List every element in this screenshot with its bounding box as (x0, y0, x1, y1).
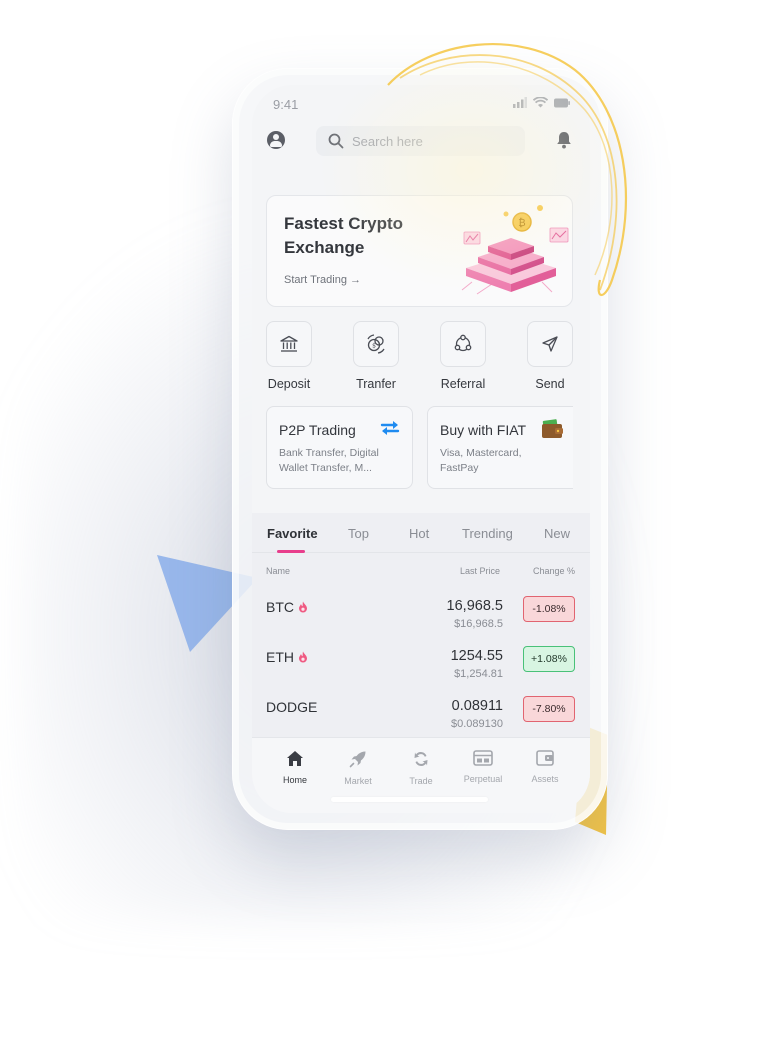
symbol-text: ETH (266, 649, 294, 665)
home-indicator (331, 797, 488, 802)
svg-text:₿: ₿ (518, 217, 525, 229)
nav-assets-label: Assets (531, 774, 559, 784)
nav-assets[interactable]: Assets (515, 750, 575, 784)
rocket-icon (349, 751, 366, 768)
signal-icon (513, 97, 527, 108)
tab-new[interactable]: New (544, 526, 570, 541)
change-badge: +1.08% (523, 646, 575, 672)
nav-home-label: Home (282, 775, 307, 785)
deposit-label: Deposit (267, 377, 311, 391)
row-usd: $1,254.81 (454, 668, 503, 680)
send-action[interactable]: Send (520, 321, 580, 391)
transfer-icon-box: $ (353, 321, 399, 367)
send-icon-box (527, 321, 573, 367)
p2p-trading-card[interactable]: P2P Trading Bank Transfer, Digital Walle… (266, 406, 413, 489)
banner-title: Fastest Crypto Exchange (284, 214, 404, 257)
crypto-platform-illustration: ₿ (461, 205, 569, 295)
referral-icon-box (440, 321, 486, 367)
quick-actions: Deposit $ Tranfer Referral Send (266, 321, 590, 393)
table-row[interactable]: ETH 1254.55 $1,254.81 +1.08% (252, 639, 590, 689)
profile-avatar-icon[interactable] (267, 131, 285, 149)
swap-arrows-icon (380, 421, 400, 435)
buy-with-fiat-desc: Visa, Mastercard, FastPay (440, 447, 522, 474)
table-row[interactable]: BTC 16,968.5 $16,968.5 -1.08% (252, 589, 590, 639)
phone-frame: 9:41 Search here Fastest Crypto Exchange… (232, 68, 608, 830)
p2p-trading-desc: Bank Transfer, Digital Wallet Transfer, … (279, 447, 379, 474)
nav-home[interactable]: Home (265, 750, 325, 785)
notification-bell-icon[interactable] (556, 131, 572, 149)
status-icons (513, 97, 570, 108)
change-badge: -7.80% (523, 696, 575, 722)
home-icon (287, 751, 303, 766)
bank-icon (280, 335, 298, 352)
header-change: Change % (533, 566, 576, 576)
referral-action[interactable]: Referral (433, 321, 493, 391)
coin-exchange-icon: $ (367, 334, 385, 354)
send-icon (542, 336, 558, 352)
wallet-icon (542, 419, 563, 438)
tab-trending[interactable]: Trending (462, 526, 513, 541)
promo-banner[interactable]: Fastest Crypto Exchange Start Trading → … (266, 195, 573, 307)
tab-top[interactable]: Top (348, 526, 369, 541)
nav-market-label: Market (344, 776, 372, 786)
deposit-action[interactable]: Deposit (259, 321, 319, 391)
symbol-text: BTC (266, 599, 294, 615)
row-usd: $0.089130 (451, 718, 503, 730)
perpetual-icon (473, 750, 493, 766)
start-trading-link[interactable]: Start Trading → (284, 274, 361, 286)
wallet-icon (536, 750, 554, 766)
battery-icon (554, 98, 570, 107)
feature-cards: P2P Trading Bank Transfer, Digital Walle… (266, 406, 590, 490)
nav-trade-label: Trade (409, 776, 433, 786)
row-symbol: DODGE (266, 699, 317, 715)
active-tab-indicator (277, 550, 305, 553)
referral-label: Referral (440, 377, 486, 391)
wifi-icon (533, 97, 548, 108)
nav-perpetual[interactable]: Perpetual (453, 750, 513, 784)
deposit-icon-box (266, 321, 312, 367)
status-time: 9:41 (273, 97, 299, 112)
change-badge: -1.08% (523, 596, 575, 622)
app-screen: 9:41 Search here Fastest Crypto Exchange… (252, 85, 590, 813)
table-row[interactable]: DODGE 0.08911 $0.089130 -7.80% (252, 689, 590, 739)
nav-perpetual-label: Perpetual (463, 774, 503, 784)
row-usd: $16,968.5 (454, 618, 503, 630)
transfer-action[interactable]: $ Tranfer (346, 321, 406, 391)
market-section: Favorite Top Hot Trending New Name Last … (252, 513, 590, 743)
search-icon (328, 133, 344, 149)
row-symbol: BTC (266, 599, 308, 615)
tab-favorite[interactable]: Favorite (267, 526, 318, 541)
trade-icon (414, 752, 428, 766)
fire-icon (299, 651, 307, 663)
nav-market[interactable]: Market (328, 750, 388, 786)
buy-with-fiat-card[interactable]: Buy with FIAT Visa, Mastercard, FastPay (427, 406, 573, 489)
row-symbol: ETH (266, 649, 308, 665)
top-bar (252, 125, 590, 157)
market-tabs: Favorite Top Hot Trending New (252, 513, 590, 553)
p2p-trading-title: P2P Trading (279, 422, 356, 438)
send-label: Send (535, 377, 565, 391)
symbol-text: DODGE (266, 699, 318, 715)
fire-icon (299, 601, 307, 613)
referral-icon (454, 334, 472, 352)
row-price: 0.08911 (451, 698, 503, 714)
row-price: 16,968.5 (446, 598, 503, 614)
search-input[interactable] (352, 131, 512, 151)
row-price: 1254.55 (450, 648, 503, 664)
status-bar: 9:41 (252, 85, 590, 121)
transfer-label: Tranfer (356, 377, 396, 391)
search-bar[interactable] (316, 126, 525, 156)
nav-trade[interactable]: Trade (391, 750, 451, 786)
tab-hot[interactable]: Hot (409, 526, 429, 541)
svg-text:$: $ (372, 343, 376, 350)
header-last-price: Last Price (460, 566, 501, 576)
header-name: Name (266, 566, 291, 576)
buy-with-fiat-title: Buy with FIAT (440, 422, 527, 438)
